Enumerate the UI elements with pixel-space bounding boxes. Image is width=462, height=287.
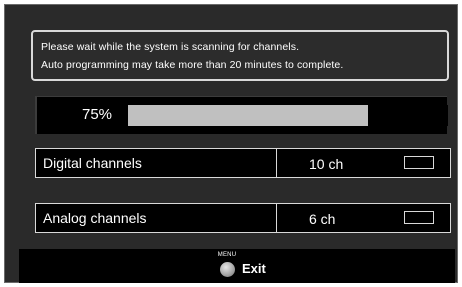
analog-channels-row: Analog channels 6 ch [35, 203, 451, 233]
scan-message-line-2: Auto programming may take more than 20 m… [41, 59, 344, 71]
footer-bar: MENU Exit [19, 249, 455, 283]
scan-message-line-1: Please wait while the system is scanning… [41, 41, 300, 53]
menu-button-icon [220, 262, 235, 277]
analog-channels-label: Analog channels [43, 210, 147, 226]
analog-channels-indicator [404, 211, 434, 224]
progress-bar [128, 105, 448, 126]
digital-channels-count: 10 ch [309, 156, 344, 172]
analog-channels-count: 6 ch [309, 211, 336, 227]
menu-button-label: MENU [217, 252, 237, 258]
row-divider [276, 204, 277, 232]
menu-button[interactable]: MENU [213, 252, 241, 280]
digital-channels-row: Digital channels 10 ch [35, 148, 451, 178]
progress-bar-fill [128, 105, 368, 126]
scan-message-box: Please wait while the system is scanning… [31, 30, 449, 81]
digital-channels-indicator [404, 156, 434, 169]
auto-program-screen: Please wait while the system is scanning… [4, 4, 458, 283]
exit-label[interactable]: Exit [242, 261, 266, 276]
digital-channels-label: Digital channels [43, 155, 142, 171]
scan-progress-row: 75% [35, 96, 448, 134]
progress-percent-label: 75% [82, 106, 113, 123]
row-divider [276, 149, 277, 177]
